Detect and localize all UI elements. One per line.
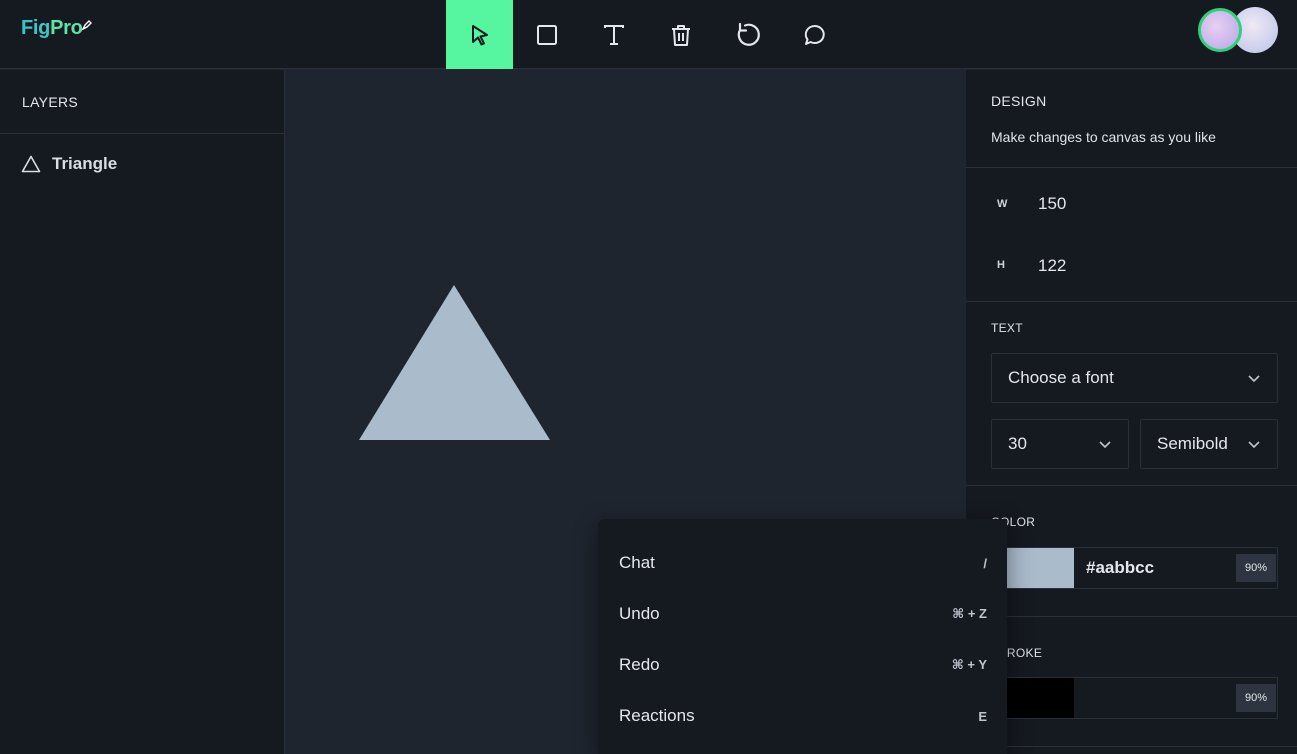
menu-item-redo[interactable]: Redo ⌘ + Y — [619, 655, 987, 675]
toolbar — [446, 0, 848, 69]
trash-icon — [671, 24, 690, 46]
design-panel: DESIGN Make changes to canvas as you lik… — [966, 70, 1297, 754]
stroke-color-swatch[interactable] — [1007, 678, 1074, 718]
pen-icon — [80, 19, 92, 31]
layers-title: LAYERS — [22, 94, 79, 110]
fill-color-hex[interactable]: #aabbcc — [1086, 558, 1236, 578]
divider — [0, 133, 285, 134]
delete-button[interactable] — [647, 0, 714, 69]
context-menu: Chat / Undo ⌘ + Z Redo ⌘ + Y Reactions E — [598, 519, 1007, 754]
comments-button[interactable] — [781, 0, 848, 69]
triangle-icon — [21, 155, 41, 173]
menu-item-chat[interactable]: Chat / — [619, 553, 987, 573]
text-icon — [603, 24, 624, 45]
divider — [966, 746, 1297, 747]
top-navbar: Fig Pro — [0, 0, 1297, 69]
fill-color-field[interactable]: #aabbcc 90% — [1006, 547, 1278, 589]
select-tool-button[interactable] — [446, 0, 513, 69]
reset-button[interactable] — [714, 0, 781, 69]
design-subtitle: Make changes to canvas as you like — [991, 129, 1216, 145]
width-label: W — [997, 198, 1008, 210]
layer-label: Triangle — [52, 154, 118, 173]
refresh-icon — [737, 22, 760, 46]
divider — [966, 616, 1297, 617]
triangle-shape[interactable] — [359, 285, 551, 441]
chevron-down-icon — [1248, 375, 1260, 383]
cursor-icon — [471, 24, 488, 45]
chevron-down-icon — [1248, 441, 1260, 449]
rectangle-tool-button[interactable] — [513, 0, 580, 69]
height-input[interactable]: 122 — [1038, 256, 1066, 276]
divider — [966, 485, 1297, 486]
stroke-opacity[interactable]: 90% — [1236, 684, 1276, 712]
fill-color-swatch[interactable] — [1007, 548, 1074, 588]
layer-item-triangle[interactable]: Triangle — [21, 154, 117, 174]
square-icon — [536, 24, 557, 45]
font-size-value: 30 — [1008, 434, 1027, 453]
app-logo[interactable]: Fig Pro — [21, 17, 93, 40]
avatar[interactable] — [1198, 8, 1242, 52]
font-weight-select[interactable]: Semibold — [1140, 419, 1278, 469]
font-family-value: Choose a font — [1008, 368, 1114, 387]
layers-sidebar: LAYERS Triangle — [0, 70, 285, 754]
font-size-select[interactable]: 30 — [991, 419, 1129, 469]
design-title: DESIGN — [991, 93, 1047, 109]
font-weight-value: Semibold — [1157, 434, 1228, 453]
chevron-down-icon — [1099, 441, 1111, 449]
menu-item-reactions[interactable]: Reactions E — [619, 706, 987, 726]
text-section-title: TEXT — [991, 321, 1023, 335]
height-label: H — [997, 259, 1005, 271]
width-input[interactable]: 150 — [1038, 194, 1066, 214]
menu-item-undo[interactable]: Undo ⌘ + Z — [619, 604, 987, 624]
fill-opacity[interactable]: 90% — [1236, 554, 1276, 582]
active-users — [1198, 7, 1280, 53]
text-tool-button[interactable] — [580, 0, 647, 69]
divider — [966, 167, 1297, 168]
font-family-select[interactable]: Choose a font — [991, 353, 1278, 403]
comment-icon — [804, 24, 825, 45]
stroke-color-field[interactable]: 90% — [1006, 677, 1278, 719]
divider — [966, 301, 1297, 302]
